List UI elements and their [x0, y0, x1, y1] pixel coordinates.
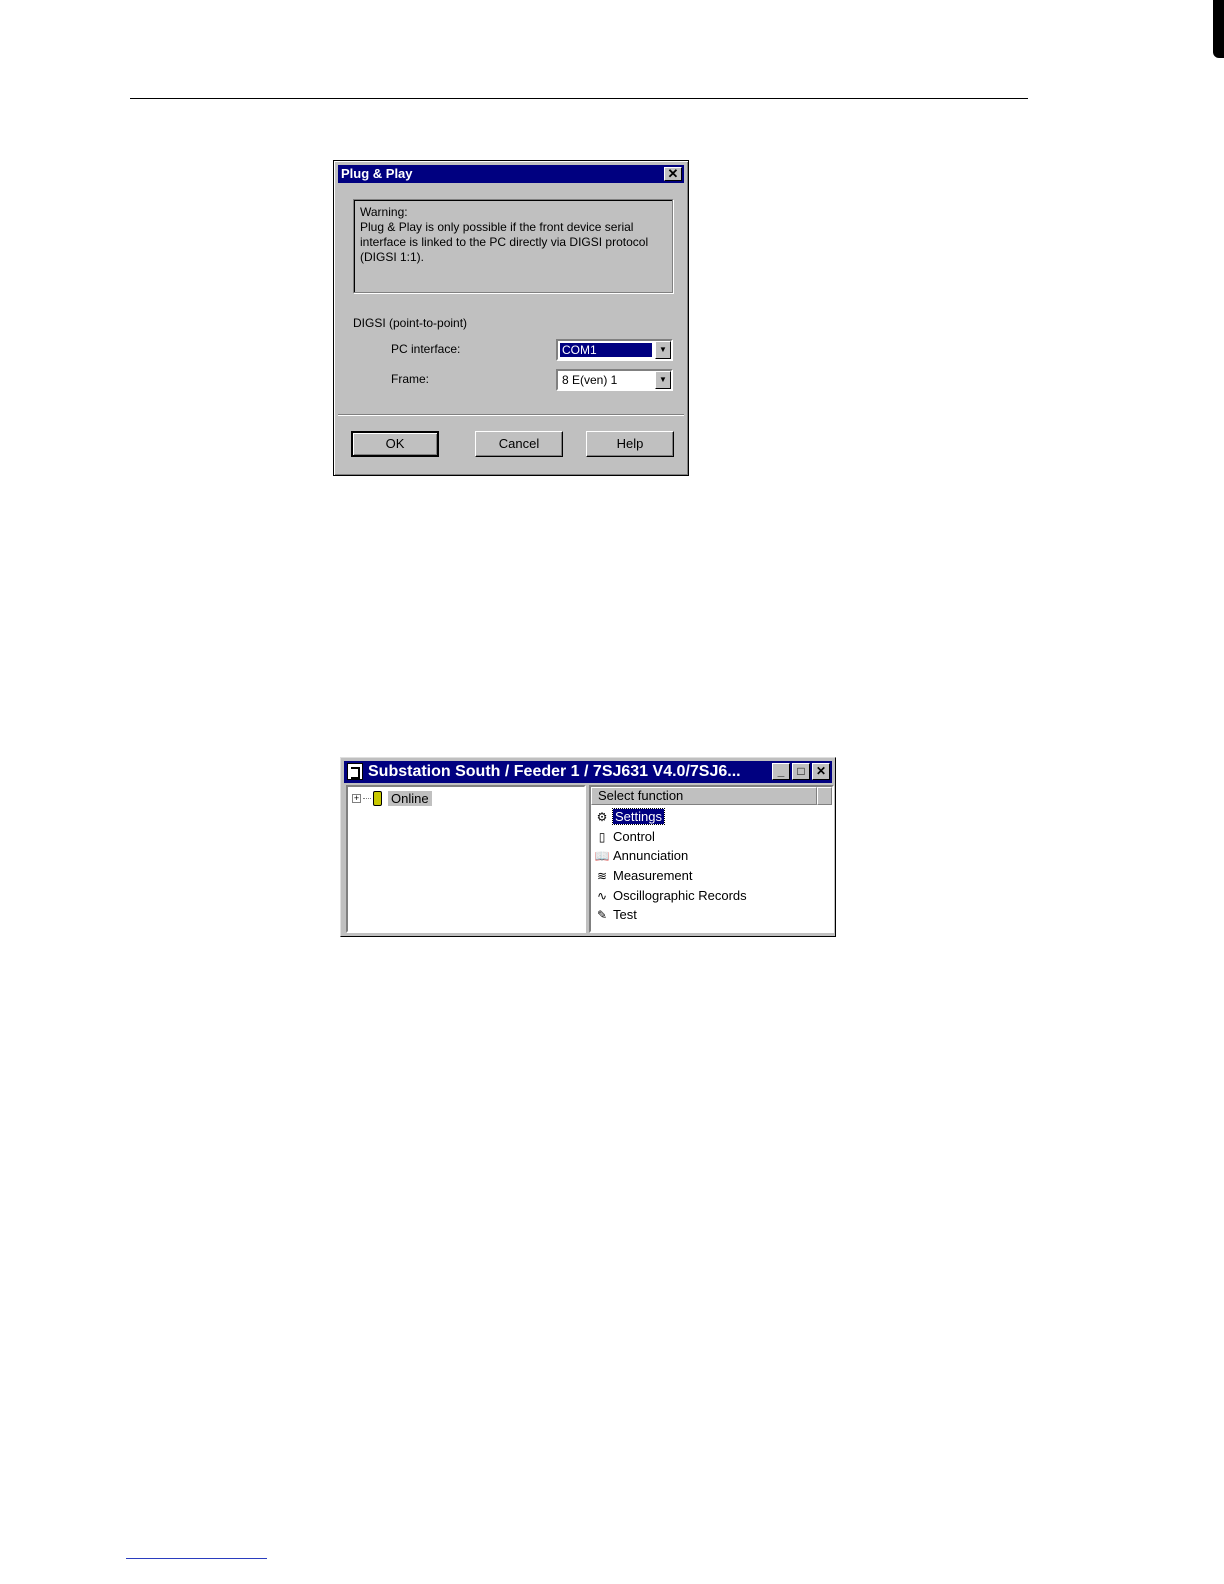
measurement-icon: ≋ [596, 868, 608, 883]
digsi-group-label: DIGSI (point-to-point) [353, 316, 468, 330]
list-item-oscillographic-records[interactable]: ∿ Oscillographic Records [593, 886, 747, 905]
tree-connector [363, 797, 371, 799]
function-list-pane: Select function ⚙ Settings ▯ Control 📖 A… [589, 785, 834, 933]
frame-label: Frame: [391, 372, 430, 386]
ok-button[interactable]: OK [351, 431, 439, 457]
window-title-bar: Substation South / Feeder 1 / 7SJ631 V4.… [344, 761, 832, 783]
dialog-title: Plug & Play [341, 166, 413, 181]
list-item-label: Measurement [613, 868, 693, 883]
app-icon[interactable] [347, 763, 363, 780]
help-button[interactable]: Help [586, 431, 674, 457]
tree-node-label: Online [388, 790, 432, 806]
list-item-label: Annunciation [613, 848, 689, 863]
pc-interface-value: COM1 [559, 342, 653, 358]
list-item-measurement[interactable]: ≋ Measurement [593, 866, 693, 885]
frame-select[interactable]: 8 E(ven) 1 ▼ [556, 369, 673, 391]
expand-icon[interactable]: + [352, 793, 361, 803]
control-icon: ▯ [598, 829, 606, 844]
column-header[interactable]: Select function [591, 787, 817, 805]
footer-rule [126, 1558, 267, 1559]
list-item-settings[interactable]: ⚙ Settings [593, 807, 665, 826]
header-rule [130, 98, 1028, 99]
list-item-test[interactable]: ✎ Test [593, 905, 637, 924]
list-item-label: Control [613, 829, 655, 844]
close-icon[interactable]: ✕ [664, 167, 682, 181]
tree-node-online[interactable]: + Online [352, 789, 432, 807]
tree-pane: + Online [346, 785, 586, 933]
frame-value: 8 E(ven) 1 [562, 373, 618, 387]
close-icon[interactable]: ✕ [812, 763, 830, 780]
pc-interface-label: PC interface: [391, 342, 461, 356]
dialog-separator [338, 414, 684, 416]
plug-and-play-dialog: Plug & Play ✕ Warning: Plug & Play is on… [333, 160, 689, 476]
list-item-label: Settings [612, 808, 665, 825]
list-item-label: Test [613, 907, 637, 922]
pc-interface-select[interactable]: COM1 ▼ [556, 339, 673, 361]
column-header-filler [817, 787, 832, 805]
maximize-icon[interactable]: □ [792, 763, 810, 780]
annunciation-icon: 📖 [594, 848, 610, 863]
cancel-button[interactable]: Cancel [475, 431, 563, 457]
chevron-down-icon[interactable]: ▼ [655, 371, 671, 389]
window-title: Substation South / Feeder 1 / 7SJ631 V4.… [368, 763, 741, 780]
list-item-label: Oscillographic Records [613, 888, 747, 903]
dialog-title-bar: Plug & Play ✕ [338, 165, 684, 183]
device-window: Substation South / Feeder 1 / 7SJ631 V4.… [340, 757, 836, 937]
warning-heading: Warning: [360, 205, 408, 219]
device-icon [373, 790, 382, 806]
warning-box: Warning: Plug & Play is only possible if… [353, 199, 673, 293]
page-corner-mark [1213, 0, 1224, 58]
minimize-icon[interactable]: _ [772, 763, 790, 780]
chevron-down-icon[interactable]: ▼ [655, 341, 671, 359]
test-icon: ✎ [596, 907, 608, 922]
warning-text: Plug & Play is only possible if the fron… [360, 220, 649, 264]
settings-icon: ⚙ [596, 809, 608, 824]
list-item-annunciation[interactable]: 📖 Annunciation [593, 846, 689, 865]
oscillographic-records-icon: ∿ [596, 888, 608, 903]
list-item-control[interactable]: ▯ Control [593, 827, 655, 846]
